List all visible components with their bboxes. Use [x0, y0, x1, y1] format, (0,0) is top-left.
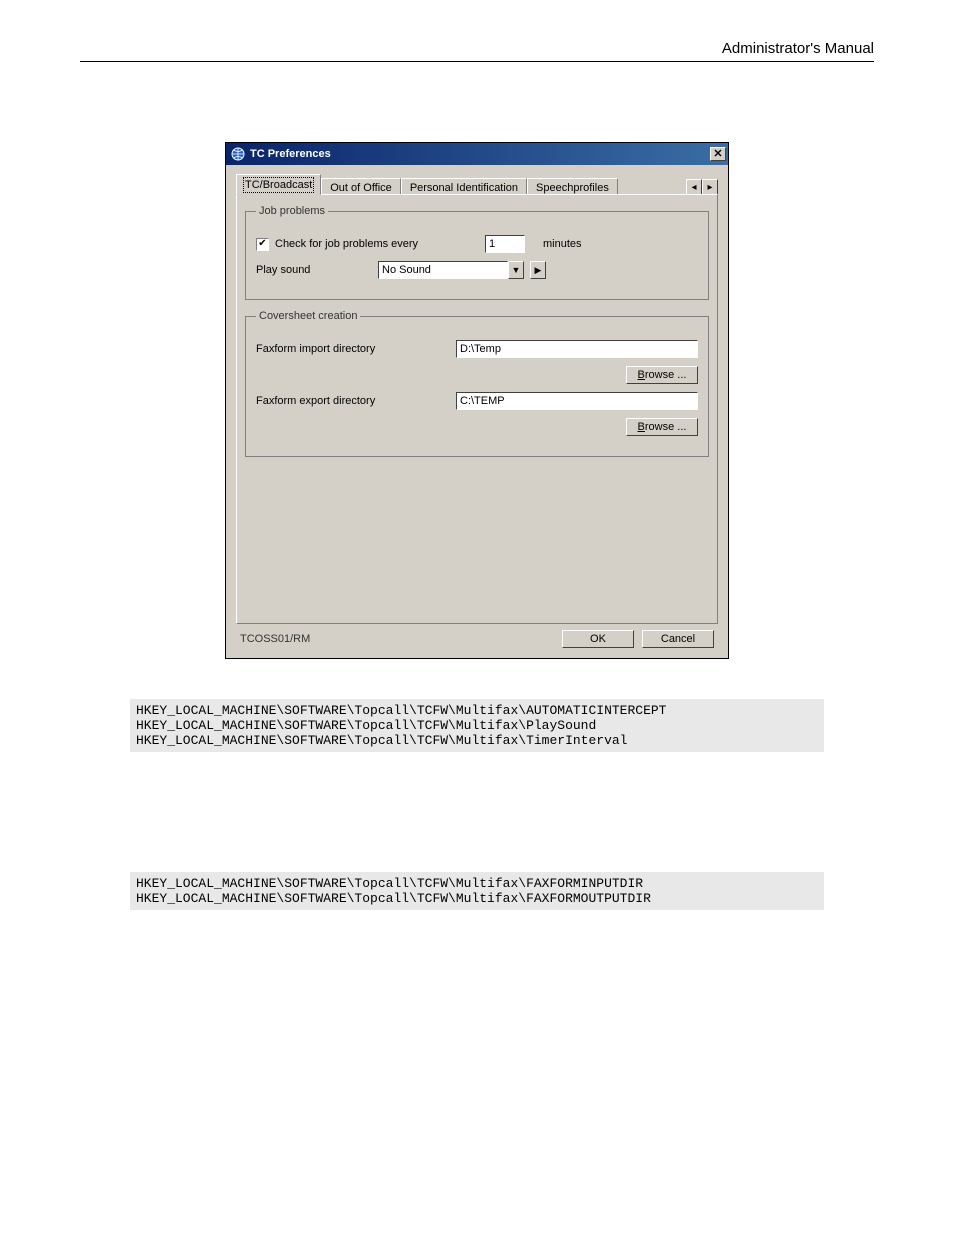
cancel-button[interactable]: Cancel — [642, 630, 714, 648]
faxform-export-input[interactable] — [456, 392, 698, 410]
tab-panel: Job problems ✔ Check for job problems ev… — [236, 194, 718, 624]
status-label: TCOSS01/RM — [240, 633, 554, 645]
ok-button[interactable]: OK — [562, 630, 634, 648]
play-sound-select[interactable] — [378, 261, 508, 279]
faxform-export-label: Faxform export directory — [256, 395, 456, 407]
group-job-problems: Job problems ✔ Check for job problems ev… — [245, 205, 709, 300]
registry-block-1: HKEY_LOCAL_MACHINE\SOFTWARE\Topcall\TCFW… — [130, 699, 824, 752]
window-title: TC Preferences — [250, 148, 710, 160]
preferences-dialog: TC Preferences ✕ TC/Broadcast Out of Off… — [225, 142, 729, 659]
tab-tc-broadcast[interactable]: TC/Broadcast — [236, 174, 321, 195]
check-job-problems-label: Check for job problems every — [275, 238, 485, 250]
app-icon — [230, 146, 246, 162]
interval-unit-label: minutes — [543, 238, 582, 250]
play-sound-button[interactable]: ▶ — [530, 261, 546, 279]
titlebar: TC Preferences ✕ — [226, 143, 728, 165]
tab-strip: TC/Broadcast Out of Office Personal Iden… — [236, 173, 718, 195]
browse-import-button[interactable]: Browse ... — [626, 366, 698, 384]
page-header: Administrator's Manual — [80, 40, 874, 62]
group-job-problems-legend: Job problems — [256, 205, 328, 217]
group-coversheet: Coversheet creation Faxform import direc… — [245, 310, 709, 457]
play-sound-label: Play sound — [256, 264, 378, 276]
tab-scroll-right-icon[interactable]: ▸ — [702, 179, 718, 195]
browse-export-button[interactable]: Browse ... — [626, 418, 698, 436]
registry-block-2: HKEY_LOCAL_MACHINE\SOFTWARE\Topcall\TCFW… — [130, 872, 824, 910]
interval-input[interactable] — [485, 235, 525, 253]
faxform-import-label: Faxform import directory — [256, 343, 456, 355]
close-icon[interactable]: ✕ — [710, 147, 726, 161]
group-coversheet-legend: Coversheet creation — [256, 310, 360, 322]
chevron-down-icon[interactable]: ▼ — [508, 261, 524, 279]
check-job-problems[interactable]: ✔ — [256, 238, 269, 251]
faxform-import-input[interactable] — [456, 340, 698, 358]
tab-scroll-left-icon[interactable]: ◂ — [686, 179, 702, 195]
